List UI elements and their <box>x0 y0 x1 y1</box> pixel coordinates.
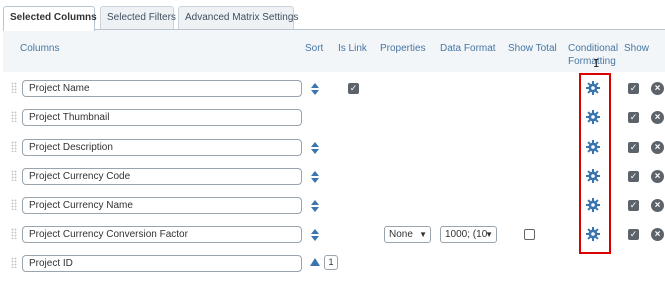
remove-circle-icon[interactable]: × <box>651 141 664 154</box>
table-header <box>3 30 665 72</box>
drag-handle-icon[interactable] <box>11 228 17 239</box>
tab-selected-columns[interactable]: Selected Columns <box>3 6 97 31</box>
show-checkbox[interactable]: ✓ <box>628 200 639 211</box>
column-name-field[interactable]: Project Currency Conversion Factor <box>22 226 302 243</box>
table-row: Project Thumbnail ✓ × <box>0 107 665 135</box>
is-link-checkbox[interactable]: ✓ <box>348 83 359 94</box>
tab-advanced-matrix-settings[interactable]: Advanced Matrix Settings <box>178 6 298 29</box>
header-properties: Properties <box>380 43 426 54</box>
column-name-field[interactable]: Project Currency Code <box>22 168 302 185</box>
drag-handle-icon[interactable] <box>11 82 17 93</box>
table-row: Project Currency Name ✓ × <box>0 195 665 223</box>
table-row: Project Description ✓ × <box>0 137 665 165</box>
table-row: Project Currency Conversion Factor None … <box>0 224 665 252</box>
drag-handle-icon[interactable] <box>11 111 17 122</box>
header-conditional-formatting-line1: Conditional <box>568 43 619 54</box>
tab-selected-filters[interactable]: Selected Filters <box>100 6 176 29</box>
column-name-field[interactable]: Project Description <box>22 139 302 156</box>
sort-updown-icon[interactable] <box>311 83 319 95</box>
show-checkbox[interactable]: ✓ <box>628 171 639 182</box>
sort-order-field[interactable]: 1 <box>324 255 338 270</box>
header-is-link: Is Link <box>338 43 367 54</box>
table-row: Project Currency Code ✓ × <box>0 166 665 194</box>
data-format-select[interactable]: 1000; (10 ▼ <box>440 226 497 243</box>
table-row: Project ID 1 <box>0 253 665 281</box>
properties-select[interactable]: None ▼ <box>384 226 431 243</box>
remove-circle-icon[interactable]: × <box>651 228 664 241</box>
sort-updown-icon[interactable] <box>311 142 319 154</box>
drag-handle-icon[interactable] <box>11 257 17 268</box>
conditional-formatting-highlight <box>579 73 611 254</box>
chevron-down-icon: ▼ <box>485 230 493 239</box>
remove-circle-icon[interactable]: × <box>651 111 664 124</box>
sort-updown-icon[interactable] <box>311 171 319 183</box>
header-data-format: Data Format <box>440 43 496 54</box>
properties-select-value: None <box>389 229 413 240</box>
drag-handle-icon[interactable] <box>11 199 17 210</box>
column-name-field[interactable]: Project Currency Name <box>22 197 302 214</box>
header-sort: Sort <box>305 43 324 54</box>
header-show: Show <box>624 43 650 54</box>
drag-handle-icon[interactable] <box>11 170 17 181</box>
header-conditional-formatting-line2: Formatting <box>568 56 616 67</box>
header-columns: Columns <box>20 43 60 54</box>
sort-updown-icon[interactable] <box>311 229 319 241</box>
header-show-total: Show Total <box>508 43 557 54</box>
show-checkbox[interactable]: ✓ <box>628 83 639 94</box>
show-checkbox[interactable]: ✓ <box>628 229 639 240</box>
column-name-field[interactable]: Project Name <box>22 80 302 97</box>
remove-circle-icon[interactable]: × <box>651 170 664 183</box>
show-total-checkbox[interactable] <box>524 229 535 240</box>
remove-circle-icon[interactable]: × <box>651 199 664 212</box>
sort-updown-icon[interactable] <box>311 200 319 212</box>
chevron-down-icon: ▼ <box>419 230 427 239</box>
data-format-select-value: 1000; (10 <box>445 229 488 240</box>
table-row: Project Name ✓ ✓ × <box>0 78 665 106</box>
remove-circle-icon[interactable]: × <box>651 82 664 95</box>
show-checkbox[interactable]: ✓ <box>628 112 639 123</box>
show-checkbox[interactable]: ✓ <box>628 142 639 153</box>
column-name-field[interactable]: Project Thumbnail <box>22 109 302 126</box>
column-name-field[interactable]: Project ID <box>22 255 302 272</box>
drag-handle-icon[interactable] <box>11 141 17 152</box>
sort-ascending-icon[interactable] <box>310 258 320 270</box>
text-cursor-icon: I <box>593 57 600 70</box>
